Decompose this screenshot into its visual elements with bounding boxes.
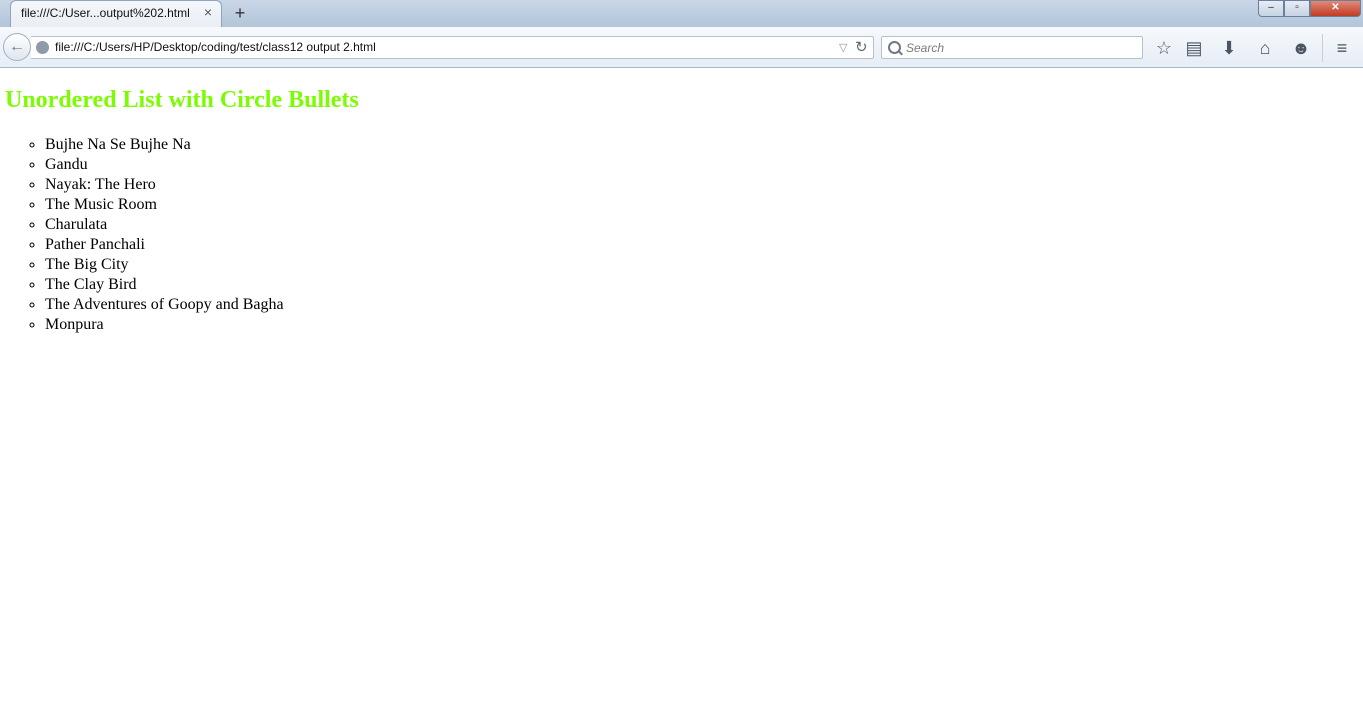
list-item: Charulata [45,215,284,235]
url-text[interactable]: file:///C:/Users/HP/Desktop/coding/test/… [55,40,376,54]
reload-icon[interactable]: ↻ [855,38,868,56]
list-item: Monpura [45,315,284,335]
bookmark-star-icon[interactable]: ☆ [1152,36,1176,60]
toolbar-separator [1322,34,1323,62]
close-window-button[interactable]: ✕ [1310,0,1361,17]
tab-close-icon[interactable]: × [200,4,216,20]
menu-icon[interactable]: ≡ [1330,36,1354,60]
search-input[interactable] [906,39,1136,56]
back-button[interactable]: ← [3,33,31,61]
list-item: The Clay Bird [45,275,284,295]
history-dropdown-icon[interactable]: ▽ [839,41,847,54]
window-controls: – ▫ ✕ [1258,0,1361,17]
chat-icon[interactable]: ☻ [1289,36,1313,60]
tab-title: file:///C:/User...output%202.html [21,6,190,20]
title-bar: file:///C:/User...output%202.html × + – … [0,0,1363,27]
downloads-icon[interactable]: ⬇ [1217,36,1241,60]
list-item: Gandu [45,155,284,175]
search-icon[interactable] [888,41,901,54]
list-item: Pather Panchali [45,235,284,255]
minimize-button[interactable]: – [1258,0,1284,17]
home-icon[interactable]: ⌂ [1253,36,1277,60]
new-tab-button[interactable]: + [230,3,250,23]
list-item: The Music Room [45,195,284,215]
list-item: The Adventures of Goopy and Bagha [45,295,284,315]
page-title: Unordered List with Circle Bullets [5,87,359,113]
page-content: Unordered List with Circle Bullets Bujhe… [0,68,1363,725]
list-item: Bujhe Na Se Bujhe Na [45,135,284,155]
browser-tab[interactable]: file:///C:/User...output%202.html × [10,0,222,27]
search-bar [881,36,1143,59]
nav-toolbar: ← file:///C:/Users/HP/Desktop/coding/tes… [0,27,1363,68]
movie-list: Bujhe Na Se Bujhe NaGanduNayak: The Hero… [5,135,284,335]
globe-icon [36,41,49,54]
list-item: Nayak: The Hero [45,175,284,195]
list-item: The Big City [45,255,284,275]
maximize-button[interactable]: ▫ [1284,0,1310,17]
url-bar[interactable]: file:///C:/Users/HP/Desktop/coding/test/… [31,36,874,59]
reading-list-icon[interactable]: ▤ [1182,36,1206,60]
